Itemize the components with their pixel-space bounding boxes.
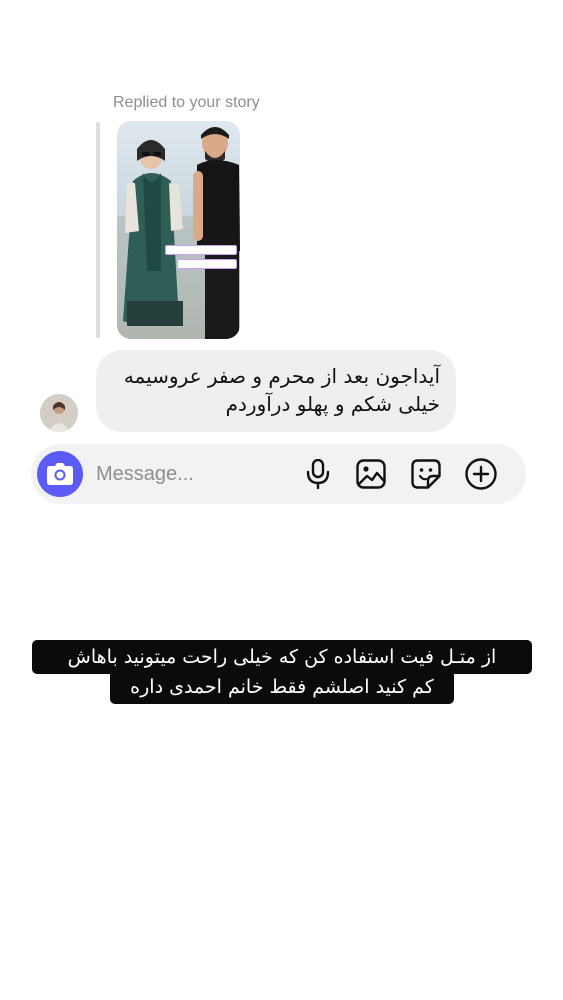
sticker-button[interactable] [409, 457, 443, 491]
sticker-icon [411, 459, 441, 489]
avatar-photo [40, 394, 78, 432]
microphone-icon [306, 459, 330, 489]
microphone-button[interactable] [301, 457, 335, 491]
story-text-sticker [177, 259, 237, 269]
message-composer [31, 444, 526, 504]
gallery-button[interactable] [354, 457, 388, 491]
message-text: آیداجون بعد از محرم و صفر عروسیمه خیلی ش… [123, 364, 440, 416]
reply-quote-bar [96, 122, 100, 338]
plus-icon [465, 458, 497, 490]
message-input[interactable] [96, 460, 286, 488]
replied-to-story-label: Replied to your story [113, 94, 260, 111]
story-photo [117, 127, 240, 339]
story-text-sticker [165, 245, 237, 255]
caption-line-1: از متـل فیت استفاده کن که خیلی راحت میتو… [32, 640, 532, 674]
camera-button[interactable] [37, 451, 83, 497]
gallery-icon [356, 459, 386, 489]
received-message-bubble[interactable]: آیداجون بعد از محرم و صفر عروسیمه خیلی ش… [96, 350, 456, 432]
story-thumbnail[interactable] [117, 121, 240, 339]
camera-icon [47, 463, 73, 485]
caption-line-2: کم کنید اصلشم فقط خانم احمدی داره [110, 670, 454, 704]
add-button[interactable] [464, 457, 498, 491]
avatar[interactable] [40, 394, 78, 432]
